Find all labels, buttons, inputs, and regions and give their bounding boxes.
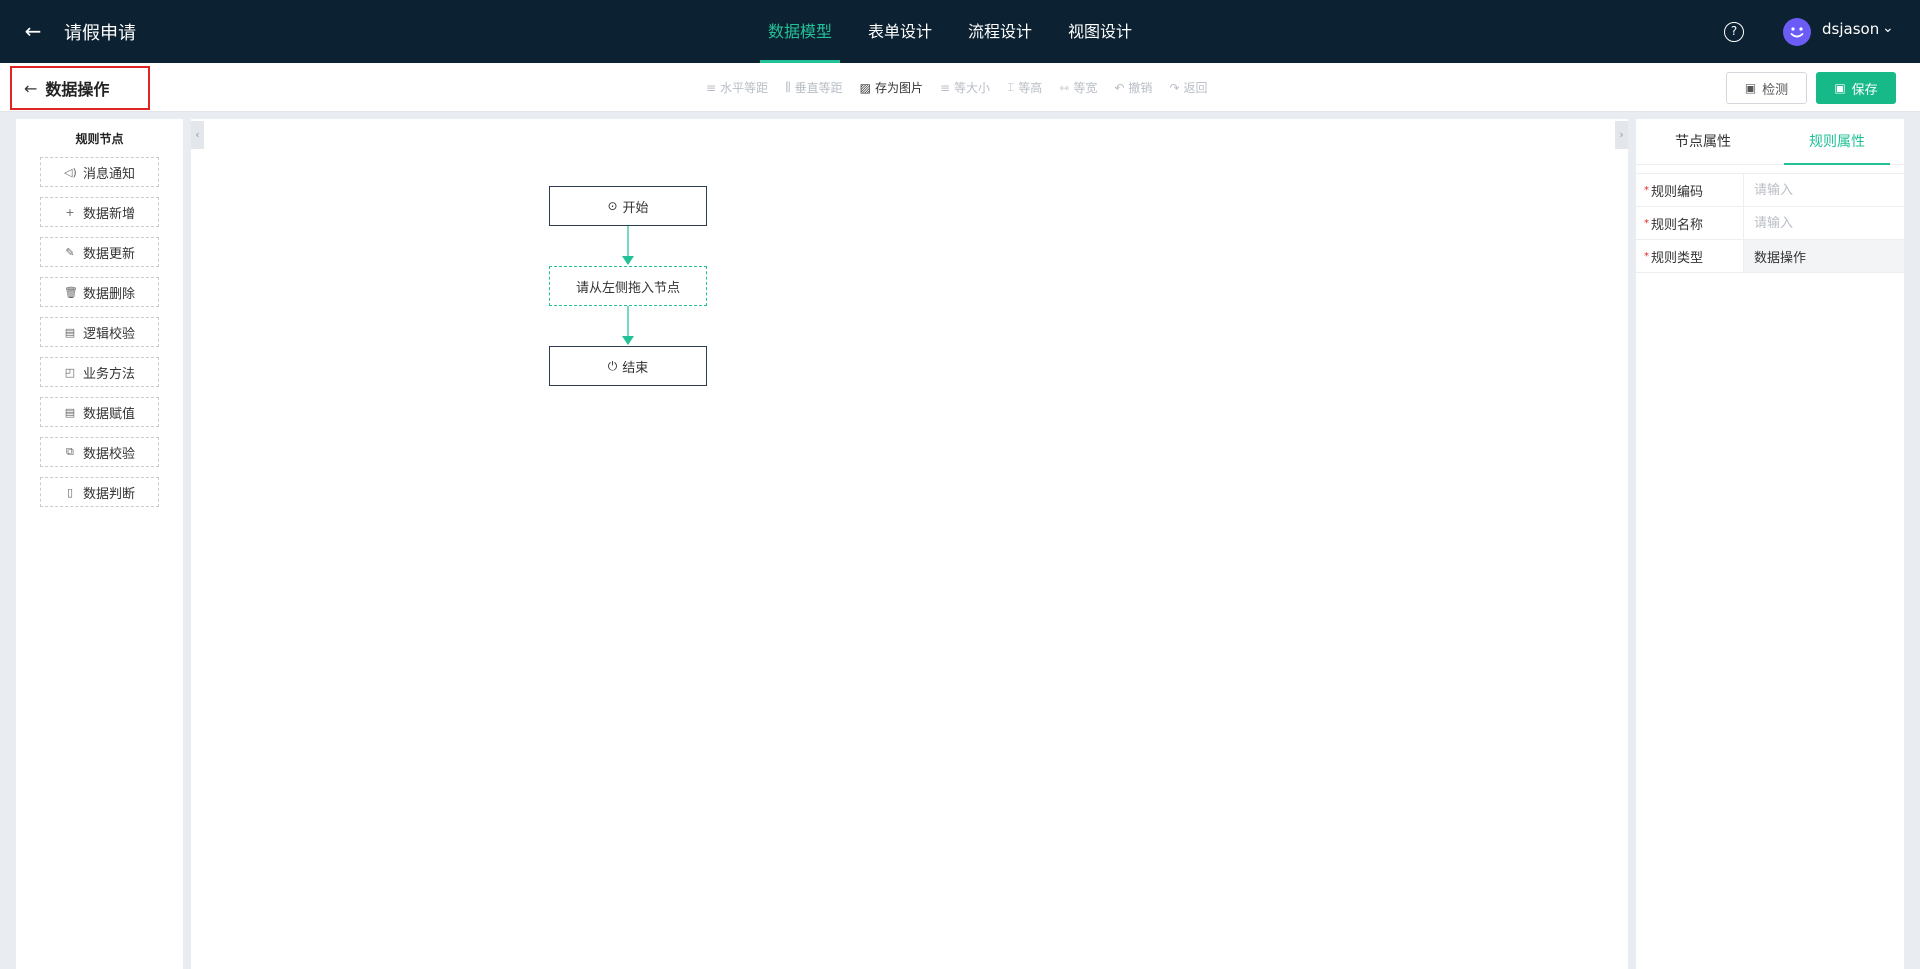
tab-rule-properties[interactable]: 规则属性 xyxy=(1770,119,1904,165)
chart-check-icon: ▣ xyxy=(1744,81,1757,95)
palette-item-data-verify[interactable]: ⧉ 数据校验 xyxy=(40,437,159,467)
flow-canvas[interactable] xyxy=(191,119,1628,969)
same-height-icon: ⌶ xyxy=(1007,80,1015,94)
rule-code-label: * 规则编码 xyxy=(1636,174,1744,206)
redo-icon: ↷ xyxy=(1169,80,1180,95)
tool-redo[interactable]: ↷ 返回 xyxy=(1169,79,1207,96)
logic-check-icon: ▤ xyxy=(64,325,76,339)
rule-node-palette: 规则节点 ◁) 消息通知 + 数据新增 ✎ 数据更新 🗑 数据删除 ▤ 逻辑校验 ◰ 业务方… xyxy=(16,119,183,969)
tool-save-image[interactable]: ▨ 存为图片 xyxy=(860,79,923,96)
rule-type-label: * 规则类型 xyxy=(1636,240,1744,272)
tool-same-height[interactable]: ⌶ 等高 xyxy=(1007,79,1042,96)
rule-name-input[interactable] xyxy=(1754,215,1904,231)
palette-item-data-add[interactable]: + 数据新增 xyxy=(40,197,159,227)
tab-node-properties[interactable]: 节点属性 xyxy=(1636,119,1770,164)
save-button[interactable]: ▣ 保存 xyxy=(1816,72,1896,104)
tab-flow-design[interactable]: 流程设计 xyxy=(960,0,1040,63)
copy-icon: ⧉ xyxy=(66,445,74,458)
palette-item-business-method[interactable]: ◰ 业务方法 xyxy=(40,357,159,387)
top-header: ← 请假申请 数据模型 表单设计 流程设计 视图设计 ? dsjason ⌄ xyxy=(0,0,1920,63)
vertical-spacing-icon: ⫼ xyxy=(785,80,791,94)
palette-item-data-assign[interactable]: ▤ 数据赋值 xyxy=(40,397,159,427)
avatar[interactable] xyxy=(1783,18,1811,46)
properties-panel: 节点属性 规则属性 *规则编码 *规则名称 *规则类型 数据操作 xyxy=(1636,119,1904,969)
undo-icon: ↶ xyxy=(1114,80,1125,95)
horizontal-spacing-icon: ≡ xyxy=(706,80,717,95)
same-width-icon: ⇿ xyxy=(1059,80,1070,95)
same-size-icon: ≡ xyxy=(939,80,951,95)
palette-item-data-update[interactable]: ✎ 数据更新 xyxy=(40,237,159,267)
palette-item-data-judge[interactable]: ▯ 数据判断 xyxy=(40,477,159,507)
tool-undo[interactable]: ↶ 撤销 xyxy=(1114,79,1152,96)
rule-type-row: * 规则类型 数据操作 xyxy=(1636,240,1904,273)
tab-data-model[interactable]: 数据模型 xyxy=(760,0,841,63)
document-icon: ▤ xyxy=(64,405,76,419)
chevron-down-icon[interactable]: ⌄ xyxy=(1882,20,1894,36)
end-node[interactable]: ⏻ 结束 xyxy=(549,346,707,386)
username[interactable]: dsjason xyxy=(1822,20,1879,38)
rule-properties-form: *规则编码 *规则名称 *规则类型 数据操作 xyxy=(1636,173,1904,273)
plus-icon: + xyxy=(65,205,75,219)
required-mark: * xyxy=(1644,184,1649,196)
tool-same-size[interactable]: ≡ 等大小 xyxy=(940,79,990,96)
smiley-face-icon xyxy=(1790,27,1804,38)
image-icon: ▨ xyxy=(859,80,871,95)
breadcrumb-title: 数据操作 xyxy=(45,80,110,99)
tool-vertical-spacing[interactable]: ⫼ 垂直等距 xyxy=(785,79,843,96)
tab-form-design[interactable]: 表单设计 xyxy=(860,0,940,63)
rule-name-row: * 规则名称 xyxy=(1636,207,1904,240)
tool-horizontal-spacing[interactable]: ≡ 水平等距 xyxy=(706,79,768,96)
trash-icon: 🗑 xyxy=(63,285,78,299)
back-arrow-icon[interactable]: ← xyxy=(22,20,44,42)
speaker-icon: ◁) xyxy=(63,165,77,179)
rule-code-input[interactable] xyxy=(1754,182,1904,198)
start-node[interactable]: ⊙ 开始 xyxy=(549,186,707,226)
rule-type-value: 数据操作 xyxy=(1744,240,1904,272)
tab-view-design[interactable]: 视图设计 xyxy=(1060,0,1140,63)
palette-item-data-delete[interactable]: 🗑 数据删除 xyxy=(40,277,159,307)
main-nav: 数据模型 表单设计 流程设计 视图设计 xyxy=(760,0,1160,63)
drop-placeholder-node[interactable]: 请从左侧拖入节点 xyxy=(549,266,707,306)
collapse-left-icon[interactable]: ‹ xyxy=(191,121,204,149)
back-arrow-icon[interactable]: ← xyxy=(24,79,37,98)
required-mark: * xyxy=(1644,217,1649,229)
required-mark: * xyxy=(1644,250,1649,262)
rule-code-row: * 规则编码 xyxy=(1636,174,1904,207)
check-button[interactable]: ▣ 检测 xyxy=(1726,72,1807,104)
app-title: 请假申请 xyxy=(64,23,136,44)
power-icon: ⏻ xyxy=(607,358,618,373)
save-icon: ▣ xyxy=(1834,81,1846,95)
breadcrumb[interactable]: ← 数据操作 xyxy=(10,66,150,110)
palette-item-message-notify[interactable]: ◁) 消息通知 xyxy=(40,157,159,187)
file-icon: ▯ xyxy=(66,485,74,499)
toolbar-tools: ≡ 水平等距 ⫼ 垂直等距 ▨ 存为图片 ≡ 等大小 ⌶ 等高 ⇿ 等宽 ↶ 撤销 ↷ 返回 xyxy=(706,63,1225,112)
sub-toolbar: ← 数据操作 ≡ 水平等距 ⫼ 垂直等距 ▨ 存为图片 ≡ 等大小 ⌶ 等高 ⇿ 等宽 ↶ 撤… xyxy=(0,63,1920,112)
palette-item-logic-check[interactable]: ▤ 逻辑校验 xyxy=(40,317,159,347)
business-method-icon: ◰ xyxy=(64,365,76,379)
tool-same-width[interactable]: ⇿ 等宽 xyxy=(1059,79,1097,96)
pencil-icon: ✎ xyxy=(65,245,75,259)
play-circle-icon: ⊙ xyxy=(607,199,618,213)
help-icon[interactable]: ? xyxy=(1724,22,1744,42)
rule-name-label: * 规则名称 xyxy=(1636,207,1744,239)
palette-title: 规则节点 xyxy=(75,132,124,146)
collapse-right-icon[interactable]: › xyxy=(1615,121,1628,149)
properties-tabs: 节点属性 规则属性 xyxy=(1636,119,1904,165)
